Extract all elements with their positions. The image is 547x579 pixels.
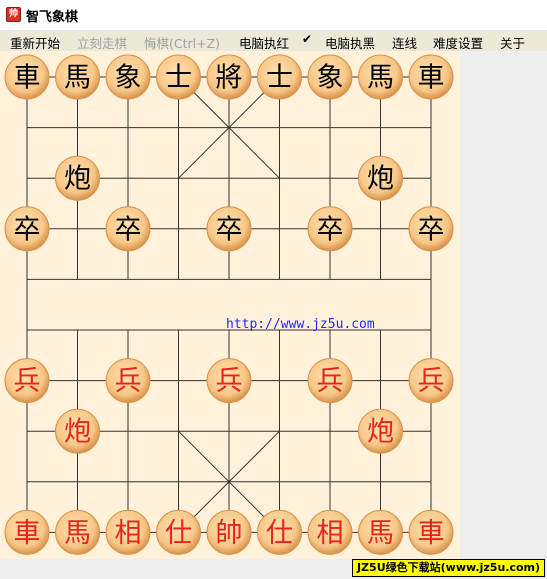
piece-label: 兵 [418,366,445,397]
piece-label: 相 [317,518,344,549]
piece-black[interactable]: 車 [408,54,454,100]
piece-label: 馬 [64,63,91,94]
piece-label: 兵 [115,366,142,397]
piece-red[interactable]: 兵 [4,358,50,404]
piece-label: 卒 [216,214,243,245]
window-title: 智飞象棋 [26,10,79,25]
piece-red[interactable]: 兵 [408,358,454,404]
piece-black[interactable]: 馬 [358,54,403,100]
piece-red[interactable]: 馬 [358,509,403,555]
footer-badge: JZ5U绿色下载站(www.jz5u.com) [352,559,545,577]
piece-label: 士 [165,63,192,94]
piece-red[interactable]: 仕 [156,509,201,555]
piece-label: 象 [115,63,142,94]
piece-label: 車 [14,63,41,94]
piece-red[interactable]: 兵 [307,358,353,404]
piece-label: 炮 [64,417,91,448]
piece-black[interactable]: 車 [4,54,50,100]
menu-move-now[interactable]: 立刻走棋 [77,33,127,52]
piece-red[interactable]: 炮 [358,408,403,454]
piece-label: 馬 [367,63,394,94]
piece-red[interactable]: 馬 [55,509,100,555]
piece-label: 將 [216,63,243,94]
piece-label: 車 [418,63,445,94]
chess-board[interactable]: 車馬象士將士象馬車炮炮卒卒卒卒卒兵兵兵兵兵炮炮車馬相仕帥仕相馬車 http://… [0,51,460,559]
piece-label: 象 [317,63,344,94]
checkmark-icon: ✔ [302,32,313,46]
menu-about[interactable]: 关于 [500,33,525,52]
piece-label: 馬 [64,518,91,549]
piece-label: 車 [418,518,445,549]
piece-red[interactable]: 帥 [206,509,252,555]
chess-app-icon[interactable]: 帅 [6,7,21,22]
piece-black[interactable]: 卒 [307,206,353,252]
piece-black[interactable]: 士 [257,54,302,100]
menu-bar: 重新开始 立刻走棋 悔棋(Ctrl+Z) 电脑执红 ✔ 电脑执黑 连线 难度设置… [0,31,547,51]
piece-label: 士 [266,63,293,94]
piece-black[interactable]: 象 [307,54,353,100]
menu-connect[interactable]: 连线 [392,33,417,52]
piece-red[interactable]: 車 [4,509,50,555]
piece-black[interactable]: 將 [206,54,252,100]
piece-label: 仕 [266,518,293,549]
piece-label: 相 [115,518,142,549]
piece-black[interactable]: 馬 [55,54,100,100]
title-bar: 帅 智飞象棋 [0,0,547,31]
piece-label: 兵 [14,366,41,397]
piece-black[interactable]: 炮 [55,155,100,201]
piece-label: 炮 [367,417,394,448]
piece-label: 卒 [14,214,41,245]
watermark-url: http://www.jz5u.com [226,317,375,332]
piece-black[interactable]: 卒 [105,206,151,252]
piece-label: 卒 [317,214,344,245]
menu-undo[interactable]: 悔棋(Ctrl+Z) [144,33,220,52]
piece-black[interactable]: 卒 [4,206,50,252]
piece-black[interactable]: 卒 [408,206,454,252]
piece-label: 卒 [418,214,445,245]
piece-label: 帥 [216,518,243,549]
menu-computer-red[interactable]: 电脑执红 [239,33,289,52]
piece-label: 卒 [115,214,142,245]
piece-label: 兵 [216,366,243,397]
piece-black[interactable]: 士 [156,54,201,100]
piece-label: 炮 [367,164,394,195]
piece-label: 兵 [317,366,344,397]
menu-computer-black[interactable]: 电脑执黑 [325,33,375,52]
piece-label: 炮 [64,164,91,195]
piece-red[interactable]: 兵 [206,358,252,404]
piece-black[interactable]: 炮 [358,155,403,201]
piece-label: 仕 [165,518,192,549]
piece-red[interactable]: 兵 [105,358,151,404]
menu-restart[interactable]: 重新开始 [10,33,60,52]
piece-black[interactable]: 卒 [206,206,252,252]
piece-red[interactable]: 相 [307,509,353,555]
piece-red[interactable]: 相 [105,509,151,555]
side-panel [460,51,547,559]
piece-red[interactable]: 炮 [55,408,100,454]
piece-label: 車 [14,518,41,549]
piece-label: 馬 [367,518,394,549]
piece-red[interactable]: 仕 [257,509,302,555]
piece-black[interactable]: 象 [105,54,151,100]
menu-difficulty[interactable]: 难度设置 [433,33,483,52]
board-canvas[interactable]: 車馬象士將士象馬車炮 炮卒卒卒卒卒兵兵兵兵兵炮 炮車馬相仕帥仕相馬車 [0,51,460,559]
piece-red[interactable]: 車 [408,509,454,555]
